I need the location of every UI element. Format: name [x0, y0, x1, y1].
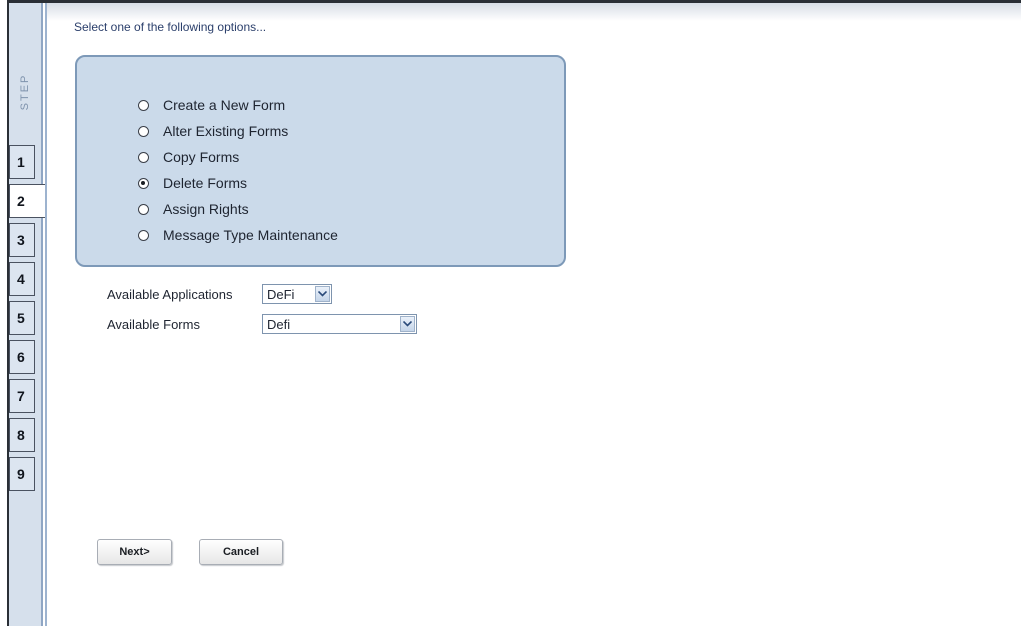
applications-select-value: DeFi	[267, 286, 295, 302]
applications-select[interactable]: DeFi	[262, 284, 332, 304]
option-alter-existing-forms[interactable]: Alter Existing Forms	[138, 118, 338, 144]
radio-button[interactable]	[138, 229, 149, 241]
step-6[interactable]: 6	[9, 340, 35, 374]
step-list: 1 2 3 4 5 6 7 8 9	[9, 145, 45, 496]
options-panel: Create a New Form Alter Existing Forms C…	[75, 55, 566, 267]
radio-button[interactable]	[138, 151, 149, 163]
option-copy-forms[interactable]: Copy Forms	[138, 144, 338, 170]
option-label: Assign Rights	[163, 201, 249, 217]
forms-select[interactable]: Defi	[262, 314, 417, 334]
step-label: STEP	[19, 73, 31, 111]
instruction-text: Select one of the following options...	[74, 20, 267, 34]
option-label: Create a New Form	[163, 97, 286, 113]
radio-button[interactable]	[138, 203, 149, 215]
header-shade	[47, 3, 1021, 21]
applications-row: Available Applications DeFi	[107, 284, 332, 304]
chevron-down-icon[interactable]	[315, 286, 330, 302]
option-assign-rights[interactable]: Assign Rights	[138, 196, 338, 222]
step-2[interactable]: 2	[9, 184, 45, 218]
option-label: Delete Forms	[163, 175, 248, 191]
radio-button[interactable]	[138, 125, 149, 137]
chevron-down-icon[interactable]	[400, 316, 415, 332]
step-5[interactable]: 5	[9, 301, 35, 335]
options-radio-group: Create a New Form Alter Existing Forms C…	[138, 92, 338, 248]
step-7[interactable]: 7	[9, 379, 35, 413]
next-button[interactable]: Next>	[97, 539, 172, 565]
forms-label: Available Forms	[107, 316, 200, 332]
step-3[interactable]: 3	[9, 223, 35, 257]
option-label: Message Type Maintenance	[163, 227, 338, 243]
option-delete-forms[interactable]: Delete Forms	[138, 170, 338, 196]
radio-button-selected[interactable]	[138, 177, 149, 189]
radio-button[interactable]	[138, 99, 149, 111]
option-create-new-form[interactable]: Create a New Form	[138, 92, 338, 118]
applications-label: Available Applications	[107, 286, 233, 302]
step-4[interactable]: 4	[9, 262, 35, 296]
step-9[interactable]: 9	[9, 457, 35, 491]
step-1[interactable]: 1	[9, 145, 35, 179]
option-message-type-maintenance[interactable]: Message Type Maintenance	[138, 222, 338, 248]
forms-row: Available Forms Defi	[107, 314, 417, 334]
cancel-button[interactable]: Cancel	[199, 539, 283, 565]
forms-select-value: Defi	[267, 316, 291, 332]
step-8[interactable]: 8	[9, 418, 35, 452]
option-label: Copy Forms	[163, 149, 240, 165]
option-label: Alter Existing Forms	[163, 123, 289, 139]
